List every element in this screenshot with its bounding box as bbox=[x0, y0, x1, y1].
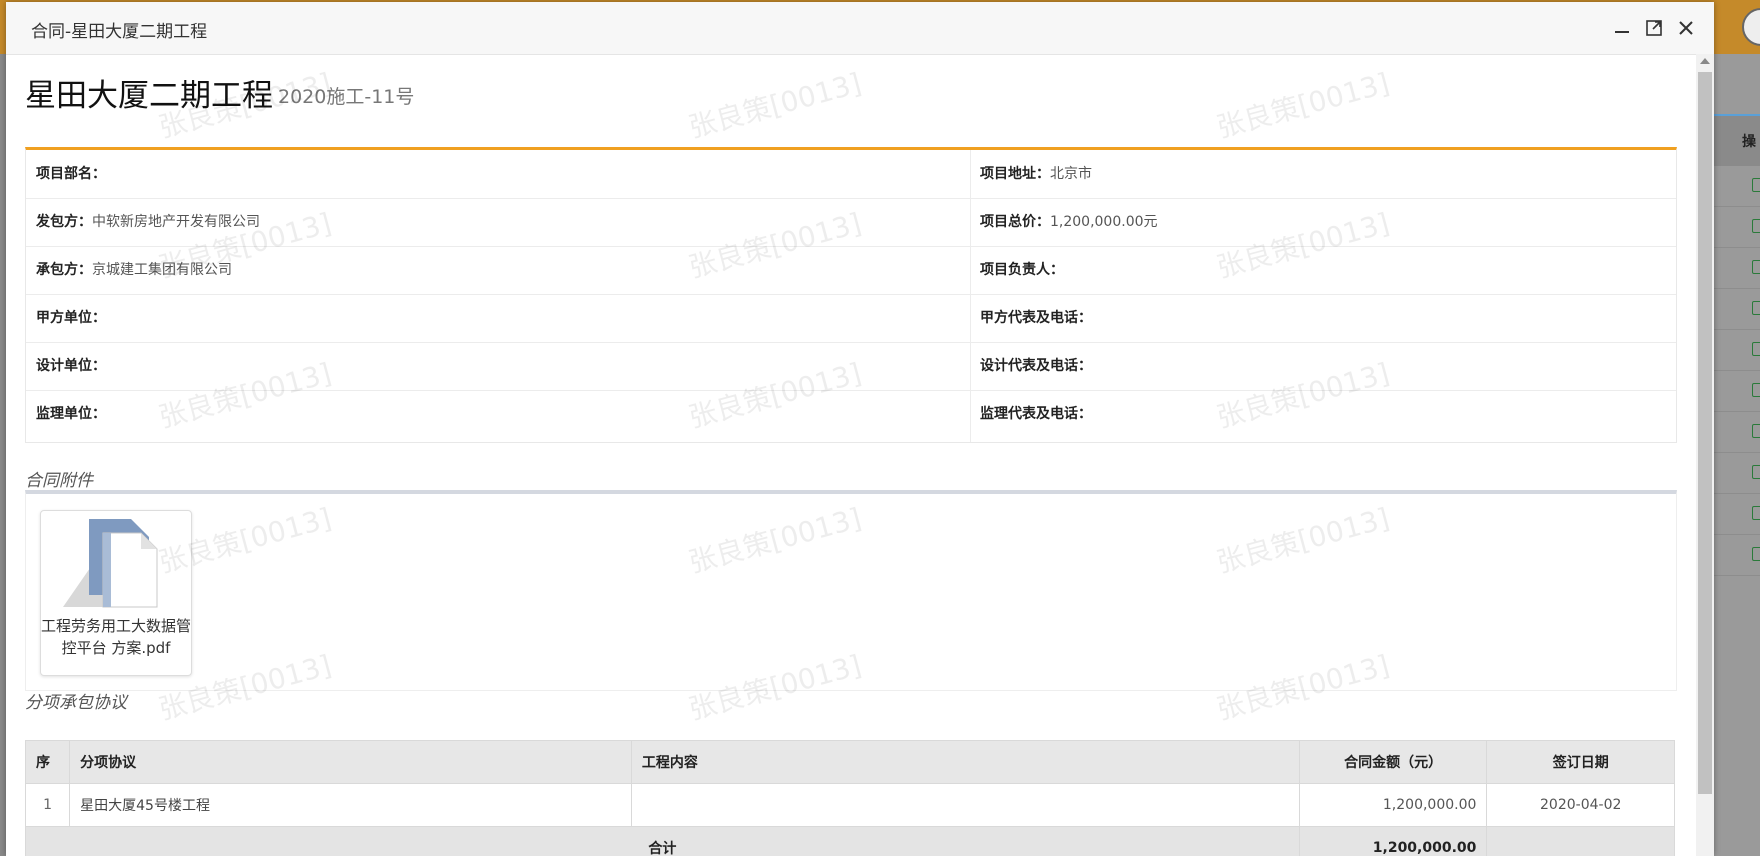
minimize-icon bbox=[1615, 31, 1629, 33]
subcontracts-section-title: 分项承包协议 bbox=[25, 693, 127, 713]
background-table: 操 bbox=[1712, 54, 1760, 856]
file-name: 工程劳务用工大数据管控平台 方案.pdf bbox=[41, 617, 192, 657]
maximize-button[interactable] bbox=[1642, 16, 1666, 40]
edit-icon[interactable] bbox=[1752, 342, 1760, 356]
background-row bbox=[1712, 453, 1760, 494]
project-code: 2020施工-11号 bbox=[278, 86, 415, 108]
total-empty-cell bbox=[1486, 826, 1675, 856]
info-cell-left: 发包方：中软新房地产开发有限公司 bbox=[36, 198, 260, 246]
info-label: 项目负责人： bbox=[980, 262, 1064, 278]
row-date: 2020-04-02 bbox=[1486, 783, 1675, 827]
info-cell-left: 项目部名： bbox=[36, 150, 106, 198]
scroll-up-arrow-icon[interactable] bbox=[1700, 58, 1710, 64]
modal-title: 合同-星田大厦二期工程 bbox=[31, 22, 208, 42]
total-amount: 1,200,000.00 bbox=[1298, 826, 1488, 856]
info-label: 甲方单位： bbox=[36, 310, 106, 326]
info-cell-right: 设计代表及电话： bbox=[980, 342, 1092, 390]
contract-modal: 合同-星田大厦二期工程 星田大厦二期工程 2020施工-11号 项目部名： 项目… bbox=[6, 2, 1714, 856]
info-row: 发包方：中软新房地产开发有限公司 项目总价：1,200,000.00元 bbox=[26, 198, 1676, 247]
row-amount: 1,200,000.00 bbox=[1298, 783, 1488, 827]
background-column-label: 操 bbox=[1742, 134, 1756, 150]
background-row bbox=[1712, 371, 1760, 412]
edit-icon[interactable] bbox=[1752, 506, 1760, 520]
row-number: 1 bbox=[24, 783, 71, 827]
background-column-header: 操 bbox=[1712, 114, 1760, 166]
edit-icon[interactable] bbox=[1752, 260, 1760, 274]
column-header: 工程内容 bbox=[630, 740, 1300, 784]
project-info-table: 项目部名： 项目地址：北京市 发包方：中软新房地产开发有限公司 项目总价：1,2… bbox=[25, 147, 1677, 443]
table-row[interactable]: 1 星田大厦45号楼工程 1,200,000.00 2020-04-02 bbox=[24, 783, 1675, 827]
edit-icon[interactable] bbox=[1752, 301, 1760, 315]
close-icon bbox=[1679, 21, 1693, 35]
watermark: 张良策[0013] bbox=[685, 66, 865, 145]
table-header-row: 序 分项协议 工程内容 合同金额（元） 签订日期 bbox=[24, 740, 1675, 784]
info-label: 承包方： bbox=[36, 262, 92, 278]
background-row bbox=[1712, 166, 1760, 207]
column-header: 分项协议 bbox=[69, 740, 632, 784]
modal-body: 星田大厦二期工程 2020施工-11号 项目部名： 项目地址：北京市 发包方：中… bbox=[6, 54, 1696, 856]
info-value: 中软新房地产开发有限公司 bbox=[92, 214, 260, 230]
modal-header[interactable]: 合同-星田大厦二期工程 bbox=[6, 2, 1714, 55]
info-row: 项目部名： 项目地址：北京市 bbox=[26, 150, 1676, 199]
watermark: 张良策[0013] bbox=[1213, 66, 1393, 145]
pdf-file-icon bbox=[63, 519, 158, 608]
info-label: 甲方代表及电话： bbox=[980, 310, 1092, 326]
info-value: 1,200,000.00元 bbox=[1050, 214, 1158, 230]
info-row: 监理单位： 监理代表及电话： bbox=[26, 390, 1676, 438]
info-label: 项目总价： bbox=[980, 214, 1050, 230]
edit-icon[interactable] bbox=[1752, 465, 1760, 479]
edit-icon[interactable] bbox=[1752, 547, 1760, 561]
info-label: 监理代表及电话： bbox=[980, 406, 1092, 422]
maximize-icon bbox=[1646, 20, 1662, 36]
info-cell-right: 项目总价：1,200,000.00元 bbox=[980, 198, 1158, 246]
info-label: 设计代表及电话： bbox=[980, 358, 1092, 374]
info-label: 监理单位： bbox=[36, 406, 106, 422]
info-cell-right: 监理代表及电话： bbox=[980, 390, 1092, 438]
info-cell-left: 承包方：京城建工集团有限公司 bbox=[36, 246, 232, 294]
column-header: 序 bbox=[24, 740, 71, 784]
edit-icon[interactable] bbox=[1752, 178, 1760, 192]
subcontracts-table: 序 分项协议 工程内容 合同金额（元） 签订日期 1 星田大厦45号楼工程 1,… bbox=[24, 740, 1675, 856]
info-row: 承包方：京城建工集团有限公司 项目负责人： bbox=[26, 246, 1676, 295]
minimize-button[interactable] bbox=[1610, 16, 1634, 40]
info-value: 北京市 bbox=[1050, 166, 1092, 182]
info-label: 项目地址： bbox=[980, 166, 1050, 182]
info-cell-left: 监理单位： bbox=[36, 390, 106, 438]
background-row bbox=[1712, 535, 1760, 576]
info-cell-right: 项目地址：北京市 bbox=[980, 150, 1092, 198]
info-cell-right: 甲方代表及电话： bbox=[980, 294, 1092, 342]
info-row: 甲方单位： 甲方代表及电话： bbox=[26, 294, 1676, 343]
attachments-panel: 工程劳务用工大数据管控平台 方案.pdf bbox=[25, 490, 1677, 691]
column-header: 合同金额（元） bbox=[1298, 740, 1488, 784]
info-label: 项目部名： bbox=[36, 166, 106, 182]
info-cell-left: 甲方单位： bbox=[36, 294, 106, 342]
row-content bbox=[630, 783, 1300, 827]
background-row bbox=[1712, 330, 1760, 371]
background-row bbox=[1712, 289, 1760, 330]
info-value: 京城建工集团有限公司 bbox=[92, 262, 232, 278]
info-cell-left: 设计单位： bbox=[36, 342, 106, 390]
project-title: 星田大厦二期工程 bbox=[25, 78, 273, 114]
row-name: 星田大厦45号楼工程 bbox=[69, 783, 632, 827]
attachments-section-title: 合同附件 bbox=[25, 471, 93, 491]
column-header: 签订日期 bbox=[1486, 740, 1675, 784]
table-total-row: 合计 1,200,000.00 bbox=[25, 826, 1675, 856]
total-label: 合计 bbox=[25, 826, 1300, 856]
info-label: 发包方： bbox=[36, 214, 92, 230]
edit-icon[interactable] bbox=[1752, 219, 1760, 233]
background-row bbox=[1712, 494, 1760, 535]
background-row bbox=[1712, 412, 1760, 453]
edit-icon[interactable] bbox=[1752, 424, 1760, 438]
file-card[interactable]: 工程劳务用工大数据管控平台 方案.pdf bbox=[40, 510, 192, 676]
edit-icon[interactable] bbox=[1752, 383, 1760, 397]
scrollbar-thumb[interactable] bbox=[1698, 72, 1712, 794]
background-row bbox=[1712, 207, 1760, 248]
info-label: 设计单位： bbox=[36, 358, 106, 374]
info-cell-right: 项目负责人： bbox=[980, 246, 1064, 294]
close-button[interactable] bbox=[1674, 16, 1698, 40]
background-row bbox=[1712, 248, 1760, 289]
info-row: 设计单位： 设计代表及电话： bbox=[26, 342, 1676, 391]
